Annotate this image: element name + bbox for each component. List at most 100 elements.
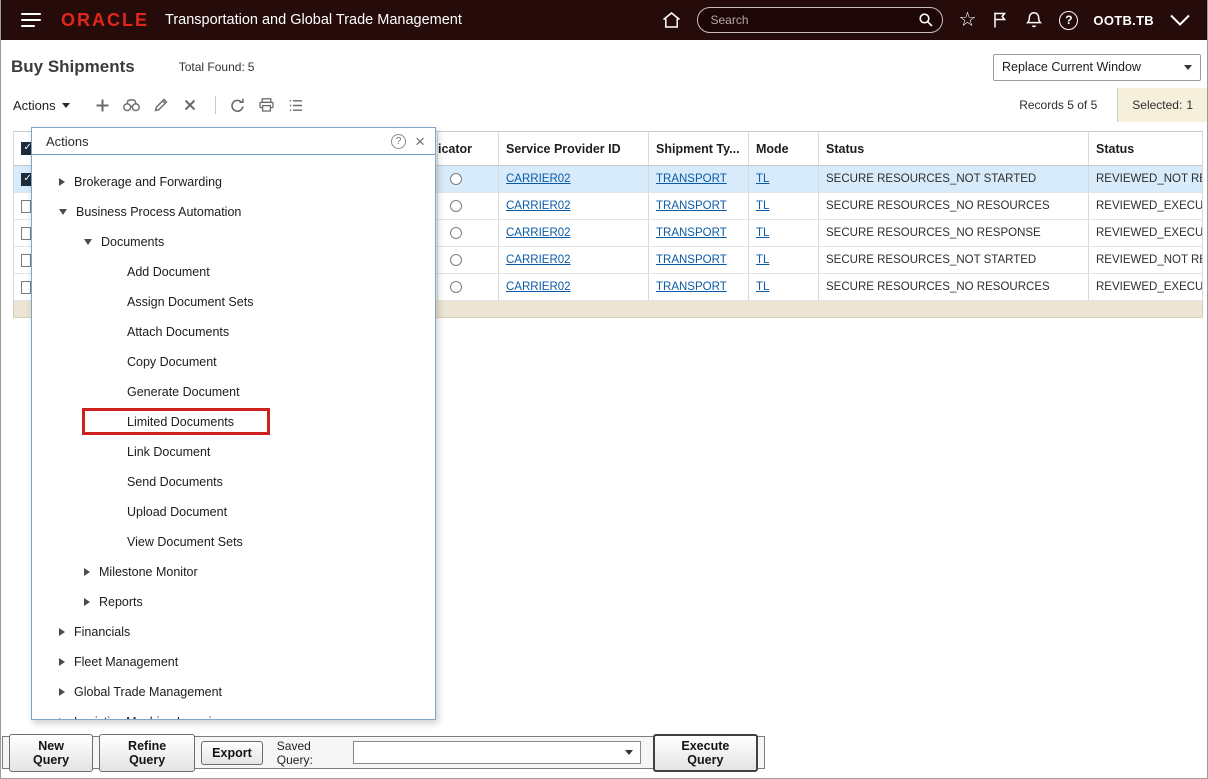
row-checkbox[interactable] — [21, 172, 32, 186]
header-indicator[interactable]: icator — [438, 131, 499, 166]
tree-item-copy-document[interactable]: Copy Document — [32, 347, 435, 377]
tree-item-label: Attach Documents — [127, 325, 230, 339]
total-found-value: 5 — [247, 60, 255, 74]
chevron-right-icon — [59, 628, 65, 636]
actions-menu-button[interactable]: Actions — [13, 98, 70, 113]
tree-item-label: Copy Document — [127, 355, 217, 369]
tree-item-upload-document[interactable]: Upload Document — [32, 497, 435, 527]
header-mode[interactable]: Mode — [749, 131, 819, 166]
mode-link[interactable]: TL — [756, 200, 769, 212]
tree-item-generate-document[interactable]: Generate Document — [32, 377, 435, 407]
tree-item-financials[interactable]: Financials — [32, 617, 435, 647]
row-checkbox[interactable] — [21, 253, 31, 267]
toolbar-right: Records 5 of 5 Selected: 1 — [1019, 88, 1207, 122]
service-provider-link[interactable]: CARRIER02 — [506, 281, 571, 293]
home-icon[interactable] — [661, 10, 682, 30]
shipment-type-link[interactable]: TRANSPORT — [656, 254, 727, 266]
actions-label: Actions — [13, 97, 56, 113]
tree-item-attach-documents[interactable]: Attach Documents — [32, 317, 435, 347]
mode-link[interactable]: TL — [756, 254, 769, 266]
actions-popup: Actions ? × Brokerage and Forwarding Bus… — [31, 127, 436, 720]
mode-link[interactable]: TL — [756, 281, 769, 293]
refresh-icon[interactable] — [225, 92, 251, 118]
tree-item-reports[interactable]: Reports — [32, 587, 435, 617]
help-icon[interactable]: ? — [1059, 10, 1079, 30]
select-all-checkbox[interactable] — [21, 142, 32, 155]
service-provider-link[interactable]: CARRIER02 — [506, 254, 571, 266]
popup-help-icon[interactable]: ? — [391, 133, 407, 149]
export-button[interactable]: Export — [201, 740, 263, 765]
delete-x-icon[interactable] — [177, 92, 203, 118]
app-window: ORACLE Transportation and Global Trade M… — [0, 0, 1208, 779]
tree-item-documents[interactable]: Documents — [32, 227, 435, 257]
tree-item-global-trade-management[interactable]: Global Trade Management — [32, 677, 435, 707]
tree-item-label: Fleet Management — [74, 655, 179, 669]
toolbar: Actions Records 5 of 5 Selected: 1 — [1, 88, 1207, 122]
search-input[interactable] — [697, 7, 944, 33]
indicator-radio[interactable] — [450, 254, 462, 266]
service-provider-link[interactable]: CARRIER02 — [506, 200, 571, 212]
search-box — [697, 7, 944, 33]
actions-tree: Brokerage and Forwarding Business Proces… — [32, 155, 435, 719]
shipment-type-link[interactable]: TRANSPORT — [656, 200, 727, 212]
tree-item-label: Milestone Monitor — [99, 565, 198, 579]
page-title: Buy Shipments — [11, 57, 135, 76]
header-shipment-type[interactable]: Shipment Ty... — [649, 131, 749, 166]
shipment-type-link[interactable]: TRANSPORT — [656, 173, 727, 185]
chevron-down-icon — [84, 239, 92, 245]
service-provider-link[interactable]: CARRIER02 — [506, 227, 571, 239]
tree-item-label: Upload Document — [127, 505, 228, 519]
window-mode-select[interactable]: Replace Current Window — [993, 53, 1201, 81]
execute-query-button[interactable]: Execute Query — [652, 733, 758, 772]
row-checkbox[interactable] — [21, 280, 31, 294]
status2-cell: REVIEWED_NOT REV — [1089, 166, 1203, 193]
tree-item-limited-documents[interactable]: Limited Documents — [32, 407, 435, 437]
mode-link[interactable]: TL — [756, 173, 769, 185]
flag-icon[interactable] — [991, 10, 1009, 30]
tree-item-add-document[interactable]: Add Document — [32, 257, 435, 287]
edit-pencil-icon[interactable] — [148, 92, 174, 118]
favorites-star-icon[interactable]: ☆ — [958, 10, 976, 30]
selected-label: Selected: — [1132, 98, 1183, 112]
tree-item-label: Business Process Automation — [76, 205, 242, 219]
username[interactable]: OOTB.TB — [1093, 13, 1154, 28]
tree-item-assign-document-sets[interactable]: Assign Document Sets — [32, 287, 435, 317]
header-status-2[interactable]: Status — [1089, 131, 1203, 166]
row-checkbox[interactable] — [21, 199, 31, 213]
indicator-radio[interactable] — [450, 227, 462, 239]
chevron-down-icon[interactable] — [1169, 13, 1191, 27]
shipment-type-link[interactable]: TRANSPORT — [656, 227, 727, 239]
notifications-bell-icon[interactable] — [1024, 10, 1044, 30]
popup-close-icon[interactable]: × — [415, 133, 425, 150]
status2-cell: REVIEWED_EXECUTE — [1089, 193, 1203, 220]
chevron-right-icon — [59, 178, 65, 186]
indicator-radio[interactable] — [450, 173, 462, 185]
print-icon[interactable] — [254, 92, 280, 118]
service-provider-link[interactable]: CARRIER02 — [506, 173, 571, 185]
shipment-type-link[interactable]: TRANSPORT — [656, 281, 727, 293]
tree-item-brokerage-and-forwarding[interactable]: Brokerage and Forwarding — [32, 167, 435, 197]
header-service-provider[interactable]: Service Provider ID — [499, 131, 649, 166]
refine-query-button[interactable]: Refine Query — [99, 733, 196, 772]
header-status[interactable]: Status — [819, 131, 1089, 166]
new-query-button[interactable]: New Query — [9, 733, 94, 772]
tree-item-logistics-machine-learning[interactable]: Logistics Machine Learning — [32, 707, 435, 719]
tree-item-label: Global Trade Management — [74, 685, 223, 699]
search-icon[interactable] — [918, 12, 934, 33]
menu-icon[interactable] — [17, 7, 45, 33]
mode-link[interactable]: TL — [756, 227, 769, 239]
tree-item-label: View Document Sets — [127, 535, 243, 549]
binoculars-view-icon[interactable] — [119, 92, 145, 118]
tree-item-link-document[interactable]: Link Document — [32, 437, 435, 467]
tree-item-milestone-monitor[interactable]: Milestone Monitor — [32, 557, 435, 587]
add-icon[interactable] — [90, 92, 116, 118]
indicator-radio[interactable] — [450, 200, 462, 212]
tree-item-fleet-management[interactable]: Fleet Management — [32, 647, 435, 677]
saved-query-select[interactable] — [352, 741, 641, 764]
tree-item-view-document-sets[interactable]: View Document Sets — [32, 527, 435, 557]
tree-item-send-documents[interactable]: Send Documents — [32, 467, 435, 497]
row-checkbox[interactable] — [21, 226, 31, 240]
tree-item-business-process-automation[interactable]: Business Process Automation — [32, 197, 435, 227]
list-icon[interactable] — [283, 92, 309, 118]
indicator-radio[interactable] — [450, 281, 462, 293]
